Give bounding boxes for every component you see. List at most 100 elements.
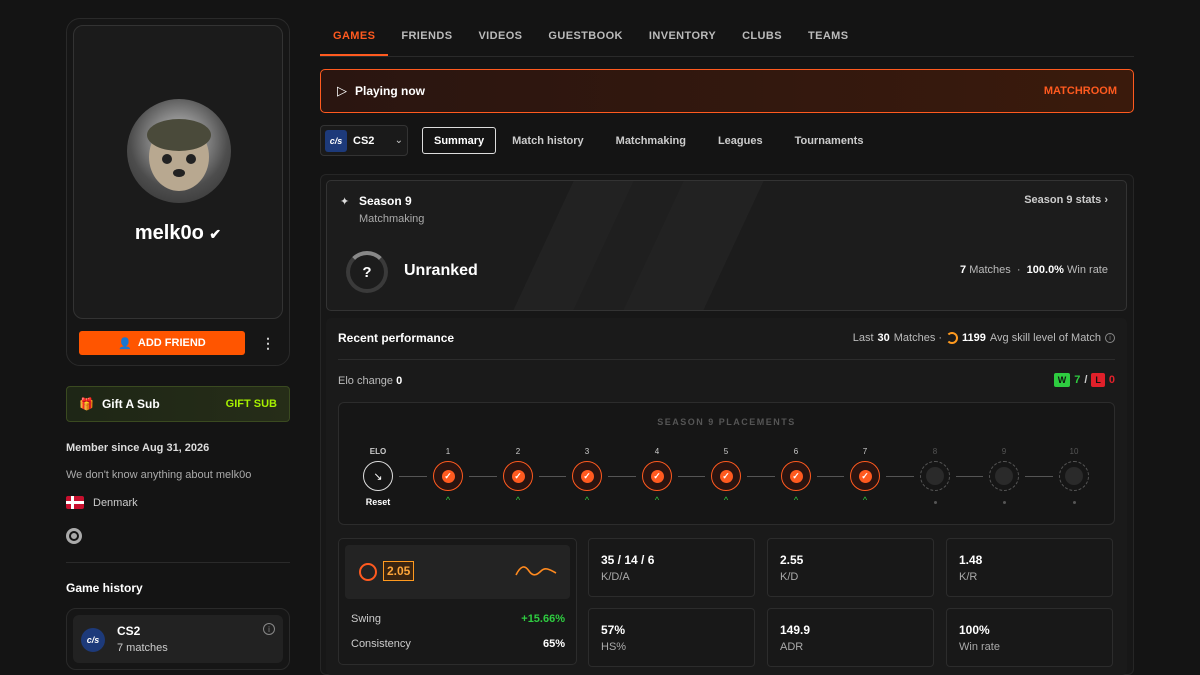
game-selector[interactable]: c/s CS2 ⌄: [320, 125, 408, 156]
stat-kd: 2.55 K/D: [767, 538, 934, 597]
tab-teams[interactable]: TEAMS: [795, 30, 862, 56]
elo-up-icon: ^: [515, 495, 521, 505]
placement-win-icon: [642, 461, 672, 491]
avatar[interactable]: [127, 99, 231, 203]
tab-leagues[interactable]: Leagues: [702, 127, 779, 154]
info-icon[interactable]: i: [1105, 333, 1115, 343]
season-stats-link[interactable]: Season 9 stats ›: [1024, 194, 1108, 206]
placement-win-icon: [781, 461, 811, 491]
gift-icon: 🎁: [79, 397, 94, 411]
placement-win-icon: [711, 461, 741, 491]
season-summary: 7 Matches · 100.0% Win rate: [960, 264, 1108, 276]
placement-connector: [1025, 476, 1053, 477]
season-icon: ✦: [340, 196, 350, 208]
tab-games[interactable]: GAMES: [320, 30, 389, 56]
placement-connector: [399, 476, 427, 477]
placement-number: 2: [515, 447, 521, 456]
stat-hs: 57% HS%: [588, 608, 755, 667]
tab-inventory[interactable]: INVENTORY: [636, 30, 729, 56]
game-name: CS2: [117, 624, 141, 638]
playing-now-banner: ▷ Playing now MATCHROOM: [320, 69, 1134, 113]
win-loss-record: W7 / L0: [1053, 373, 1115, 387]
placement-win-icon: [850, 461, 880, 491]
chevron-down-icon: ⌄: [394, 135, 403, 146]
placements-title: SEASON 9 PLACEMENTS: [657, 417, 796, 427]
consistency-row: Consistency 65%: [351, 638, 565, 650]
placement-win-icon: [572, 461, 602, 491]
season-subtitle: Matchmaking: [359, 213, 425, 225]
elo-up-icon: ^: [654, 495, 660, 505]
tab-matchmaking[interactable]: Matchmaking: [600, 127, 702, 154]
season-title: Season 9: [359, 194, 412, 208]
recent-performance: Recent performance Last 30 Matches · 1199 A…: [326, 318, 1127, 675]
game-matches: 7 matches: [117, 642, 168, 654]
verified-icon: ✔: [209, 226, 222, 242]
cs2-logo-icon: c/s: [81, 628, 105, 652]
sub-tabs: Summary Match history Matchmaking League…: [422, 127, 879, 154]
rank-badge: ?: [346, 251, 388, 293]
placement-number: 4: [654, 447, 660, 456]
cs2-logo-icon: c/s: [325, 129, 347, 152]
divider: [338, 359, 1115, 360]
placement-number: 5: [723, 447, 729, 456]
stat-kr: 1.48 K/R: [946, 538, 1113, 597]
elo-up-icon: ^: [723, 495, 729, 505]
rating-card: 2.05 Swing +15.66% Consistency 65%: [338, 538, 577, 665]
performance-title: Recent performance: [338, 331, 455, 345]
pending-dot: [989, 501, 1019, 504]
tab-summary[interactable]: Summary: [422, 127, 497, 154]
game-history-item[interactable]: c/s CS2 7 matches i: [73, 615, 283, 663]
gift-sub-banner: 🎁 Gift A Sub GIFT SUB: [66, 386, 290, 422]
tab-friends[interactable]: FRIENDS: [388, 30, 465, 56]
pending-dot: [1059, 501, 1089, 504]
reset-icon: ↘: [363, 461, 393, 491]
elo-change: Elo change 0: [338, 375, 403, 387]
placement-connector: [817, 476, 844, 477]
stat-kda: 35 / 14 / 6 K/D/A: [588, 538, 755, 597]
tab-videos[interactable]: VIDEOS: [465, 30, 535, 56]
more-options-icon[interactable]: ⋮: [261, 331, 275, 355]
win-badge: W: [1053, 373, 1071, 387]
add-user-icon: 👤: [118, 337, 132, 350]
placement-number: 1: [445, 447, 451, 456]
denmark-flag-icon: [66, 496, 84, 509]
placements-panel: SEASON 9 PLACEMENTS ELO ↘ Reset 1 ^ 2 ^ 3 ^ 4 ^…: [338, 402, 1115, 525]
info-icon[interactable]: i: [263, 623, 275, 635]
rating-sparkline: [515, 566, 557, 576]
avatar-card: melk0o ✔: [73, 25, 283, 319]
add-friend-button[interactable]: 👤 ADD FRIEND: [79, 331, 245, 355]
season-card: ✦ Season 9 Matchmaking Season 9 stats › …: [326, 180, 1127, 311]
steam-icon[interactable]: [66, 528, 82, 544]
rank-label: Unranked: [404, 262, 478, 279]
placement-number: 8: [932, 447, 938, 456]
gift-sub-button[interactable]: GIFT SUB: [226, 398, 277, 410]
elo-up-icon: ^: [584, 495, 590, 505]
rating-value: 2.05: [383, 561, 415, 581]
placement-number: 6: [793, 447, 799, 456]
placement-connector: [539, 476, 566, 477]
divider: [66, 562, 290, 563]
play-icon: ▷: [337, 83, 347, 98]
placement-number: 3: [584, 447, 590, 456]
playing-label: Playing now: [355, 84, 426, 98]
game-history-card: c/s CS2 7 matches i: [66, 608, 290, 670]
profile-card: melk0o ✔ 👤 ADD FRIEND ⋮: [66, 18, 290, 366]
swing-row: Swing +15.66%: [351, 613, 565, 625]
skill-level-icon: [946, 332, 959, 344]
member-since: Member since Aug 31, 2026: [66, 442, 210, 454]
matchroom-button[interactable]: MATCHROOM: [1044, 85, 1117, 97]
elo-up-icon: ^: [862, 495, 868, 505]
tab-match-history[interactable]: Match history: [496, 127, 600, 154]
placement-connector: [747, 476, 775, 477]
pending-dot: [920, 501, 950, 504]
placement-pending-icon: [1059, 461, 1089, 491]
tab-tournaments[interactable]: Tournaments: [779, 127, 880, 154]
reset-label: Reset: [365, 497, 391, 507]
tab-guestbook[interactable]: GUESTBOOK: [535, 30, 636, 56]
rating-gauge-icon: [359, 563, 377, 581]
game-selector-value: CS2: [353, 134, 375, 147]
tab-clubs[interactable]: CLUBS: [729, 30, 795, 56]
placement-win-icon: [503, 461, 533, 491]
placement-connector: [678, 476, 705, 477]
country: Denmark: [66, 496, 138, 509]
